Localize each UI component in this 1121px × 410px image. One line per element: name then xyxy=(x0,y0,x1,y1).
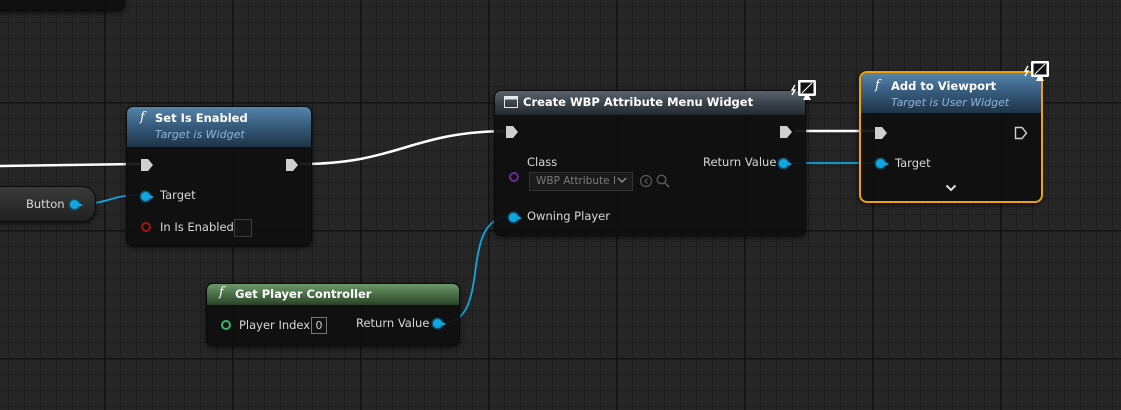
button-variable-node[interactable]: Button xyxy=(0,186,96,222)
function-icon: f xyxy=(875,78,880,93)
target-label: Target xyxy=(895,156,931,170)
expand-chevron-icon[interactable] xyxy=(945,184,957,192)
dropdown-arrow-icon[interactable] xyxy=(617,177,627,184)
node-title: Add to Viewport xyxy=(891,79,997,93)
owning-player-pin[interactable] xyxy=(509,213,522,222)
button-variable-label: Button xyxy=(26,197,65,211)
node-subtitle: Target is User Widget xyxy=(891,96,1010,109)
exec-in-pin[interactable] xyxy=(874,126,888,140)
search-icon[interactable] xyxy=(656,174,670,188)
node-title: Get Player Controller xyxy=(235,287,372,301)
class-dropdown-value: WBP Attribute I xyxy=(536,175,617,187)
class-pin[interactable] xyxy=(509,172,519,182)
in-is-enabled-checkbox[interactable] xyxy=(234,219,252,237)
return-value-label: Return Value xyxy=(703,155,777,169)
in-is-enabled-label: In Is Enabled xyxy=(160,220,234,234)
return-value-pin[interactable] xyxy=(779,159,792,168)
node-subtitle: Target is Widget xyxy=(155,128,245,141)
function-icon: f xyxy=(219,285,224,300)
target-pin[interactable] xyxy=(141,192,154,201)
function-icon: f xyxy=(140,110,145,125)
offscreen-node[interactable] xyxy=(0,0,125,11)
player-index-input[interactable]: 0 xyxy=(311,317,327,334)
exec-wire-2 xyxy=(299,129,511,166)
set-is-enabled-node[interactable]: f Set Is Enabled Target is Widget Target… xyxy=(126,106,312,246)
target-label: Target xyxy=(160,188,196,202)
target-pin[interactable] xyxy=(876,159,889,168)
monitor-icon xyxy=(790,80,816,100)
in-is-enabled-pin[interactable] xyxy=(141,222,151,232)
widget-icon xyxy=(504,96,518,108)
player-index-pin[interactable] xyxy=(221,320,231,330)
node-title: Create WBP Attribute Menu Widget xyxy=(523,95,754,109)
exec-wire-1 xyxy=(0,162,141,168)
class-label: Class xyxy=(527,155,558,169)
exec-out-pin[interactable] xyxy=(1014,126,1028,140)
exec-out-pin[interactable] xyxy=(285,158,299,172)
button-output-pin[interactable] xyxy=(70,200,83,209)
add-to-viewport-node[interactable]: f Add to Viewport Target is User Widget … xyxy=(859,71,1043,203)
return-value-pin[interactable] xyxy=(433,319,446,328)
exec-in-pin[interactable] xyxy=(505,125,519,139)
player-index-label: Player Index xyxy=(239,318,311,332)
exec-out-pin[interactable] xyxy=(779,125,793,139)
browse-icon[interactable] xyxy=(639,174,653,188)
node-title: Set Is Enabled xyxy=(155,111,248,125)
create-widget-node[interactable]: Create WBP Attribute Menu Widget Class R… xyxy=(494,90,806,236)
exec-in-pin[interactable] xyxy=(140,158,154,172)
return-value-label: Return Value xyxy=(356,316,430,330)
owning-player-label: Owning Player xyxy=(527,209,610,223)
monitor-icon xyxy=(1023,61,1049,81)
get-player-controller-node[interactable]: f Get Player Controller Player Index 0 R… xyxy=(206,283,460,346)
